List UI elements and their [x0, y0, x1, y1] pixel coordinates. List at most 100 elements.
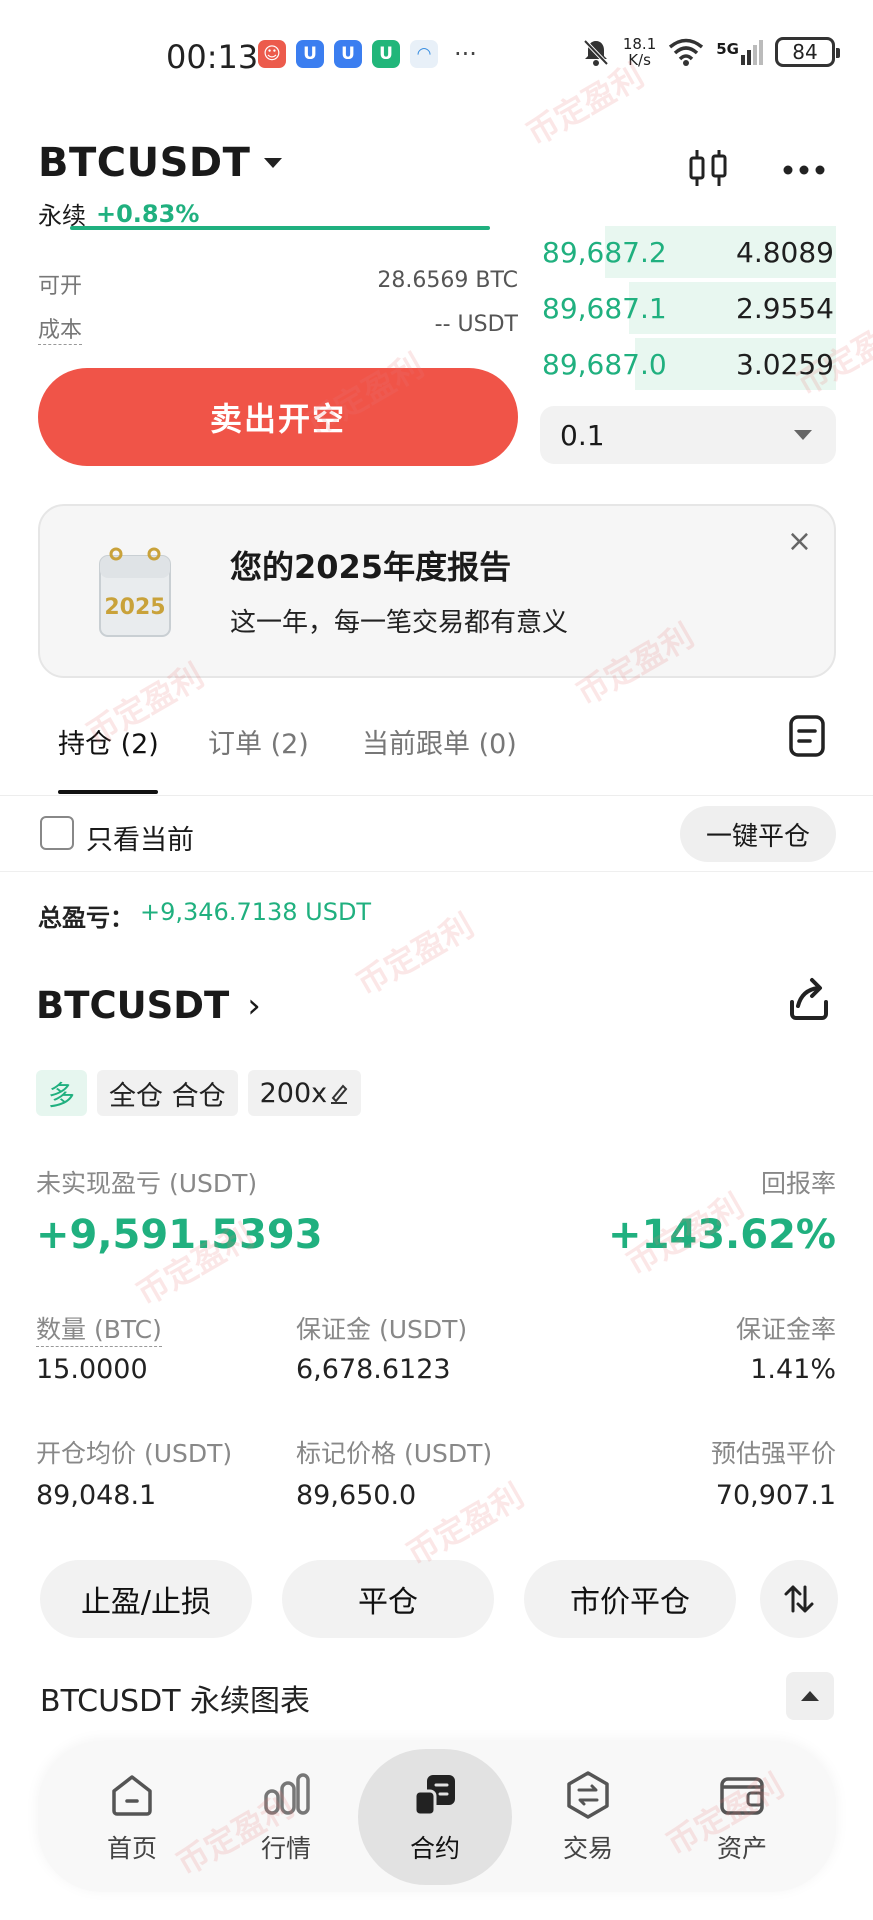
- edit-icon: [331, 1084, 348, 1104]
- quantity-select[interactable]: 0.1: [540, 406, 836, 464]
- total-pnl: 总盈亏： +9,346.7138 USDT: [38, 898, 371, 933]
- orderbook-qty: 2.9554: [736, 291, 834, 325]
- orderbook-price: 89,687.0: [542, 347, 667, 381]
- nav-market[interactable]: 行情: [216, 1742, 356, 1892]
- market-icon: [264, 1773, 310, 1815]
- order-book: 89,687.2 4.8089 89,687.1 2.9554 89,687.0…: [540, 224, 836, 392]
- nav-home[interactable]: 首页: [62, 1742, 202, 1892]
- document-icon[interactable]: [788, 714, 826, 758]
- entry-price-value: 89,048.1: [36, 1480, 157, 1511]
- total-pnl-value: +9,346.7138 USDT: [140, 898, 372, 926]
- caret-up-icon: [801, 1691, 819, 1701]
- cost-row: 成本 -- USDT: [38, 312, 518, 345]
- orderbook-row[interactable]: 89,687.1 2.9554: [540, 280, 836, 336]
- liquidation-price-value: 70,907.1: [715, 1480, 836, 1511]
- margin-value: 6,678.6123: [296, 1354, 451, 1385]
- cost-value: -- USDT: [434, 312, 518, 337]
- more-icon[interactable]: [780, 150, 828, 190]
- banner-title: 您的2025年度报告: [230, 548, 512, 586]
- tab-orders[interactable]: 订单 (2): [208, 722, 309, 761]
- svg-text:2025: 2025: [104, 595, 165, 620]
- network-speed: 18.1 K/s: [622, 35, 657, 69]
- tp-sl-button[interactable]: 止盈/止损: [40, 1560, 252, 1638]
- status-bar: 00:13 ☺ U U U ◠ ··· 18.1 K/s 5G 84: [0, 0, 873, 110]
- available-value: 28.6569 BTC: [377, 268, 518, 293]
- only-current-checkbox[interactable]: [40, 816, 74, 850]
- cellular-signal-icon: 5G: [716, 39, 763, 65]
- quantity-value: 15.0000: [36, 1354, 148, 1385]
- app-notification-icon: ◠: [410, 40, 438, 68]
- roe-label: 回报率: [760, 1169, 836, 1198]
- trade-icon: [567, 1771, 609, 1819]
- battery-icon: 84: [775, 37, 840, 67]
- caret-down-icon: [264, 158, 283, 168]
- futures-icon: [413, 1775, 455, 1817]
- sell-short-button[interactable]: 卖出开空: [38, 368, 518, 466]
- nav-label: 行情: [260, 1834, 311, 1863]
- caret-down-icon: [794, 430, 812, 440]
- margin-mode-tag[interactable]: 全仓 合仓: [97, 1070, 238, 1116]
- tab-copy-trades[interactable]: 当前跟单 (0): [362, 722, 517, 761]
- nav-label: 首页: [106, 1834, 157, 1863]
- orderbook-row[interactable]: 89,687.2 4.8089: [540, 224, 836, 280]
- app-notification-icon: U: [296, 40, 324, 68]
- collapse-button[interactable]: [786, 1672, 834, 1720]
- total-pnl-label: 总盈亏：: [38, 904, 134, 932]
- unrealized-pnl-label: 未实现盈亏 (USDT): [36, 1169, 258, 1198]
- close-icon[interactable]: ×: [787, 524, 812, 559]
- notification-icons: ☺ U U U ◠ ···: [258, 40, 477, 68]
- position-tags: 多 全仓 合仓 200x: [36, 1070, 362, 1116]
- quantity-value: 0.1: [560, 418, 605, 452]
- status-time: 00:13: [166, 38, 259, 76]
- nav-label: 合约: [409, 1834, 460, 1863]
- available-row: 可开 28.6569 BTC: [38, 268, 518, 300]
- mark-price-label: 标记价格 (USDT): [296, 1439, 493, 1468]
- reverse-position-button[interactable]: [760, 1560, 838, 1638]
- mark-price-value: 89,650.0: [296, 1480, 417, 1511]
- share-icon[interactable]: [784, 976, 834, 1024]
- entry-price-label: 开仓均价 (USDT): [36, 1439, 233, 1468]
- market-close-button[interactable]: 市价平仓: [524, 1560, 736, 1638]
- unrealized-pnl-value: +9,591.5393: [36, 1212, 323, 1258]
- app-notification-icon: U: [334, 40, 362, 68]
- position-tabs: 持仓 (2) 订单 (2) 当前跟单 (0): [0, 700, 873, 796]
- orderbook-row[interactable]: 89,687.0 3.0259: [540, 336, 836, 392]
- close-all-button[interactable]: 一键平仓: [680, 806, 836, 862]
- tab-positions[interactable]: 持仓 (2): [58, 722, 159, 761]
- pair-selector[interactable]: BTCUSDT: [38, 140, 283, 186]
- nav-futures[interactable]: 合约: [358, 1749, 512, 1885]
- slider-track: [70, 226, 490, 230]
- liquidation-price-label: 预估强平价: [710, 1439, 836, 1468]
- orderbook-qty: 4.8089: [736, 235, 834, 269]
- side-tag: 多: [36, 1070, 87, 1116]
- position-symbol-text: BTCUSDT: [36, 984, 230, 1027]
- nav-trade[interactable]: 交易: [518, 1742, 658, 1892]
- leverage-value: 200x: [259, 1077, 328, 1109]
- chevron-right-icon: ›: [247, 985, 261, 1026]
- cost-label: 成本: [38, 312, 83, 345]
- nav-label: 资产: [716, 1834, 767, 1863]
- position-symbol[interactable]: BTCUSDT ›: [36, 984, 261, 1027]
- candlestick-chart-icon[interactable]: [686, 146, 730, 190]
- banner-subtitle: 这一年，每一笔交易都有意义: [230, 608, 569, 638]
- margin-label: 保证金 (USDT): [296, 1315, 468, 1344]
- only-current-label[interactable]: 只看当前: [86, 818, 194, 857]
- orderbook-price: 89,687.2: [542, 235, 667, 269]
- leverage-tag[interactable]: 200x: [247, 1070, 362, 1116]
- status-indicators: 18.1 K/s 5G 84: [581, 35, 840, 69]
- quantity-label: 数量 (BTC): [36, 1310, 162, 1347]
- filter-row: 只看当前 一键平仓: [0, 796, 873, 872]
- annual-report-banner[interactable]: 2025 您的2025年度报告 这一年，每一笔交易都有意义 ×: [38, 504, 836, 678]
- margin-ratio-value: 1.41%: [750, 1354, 836, 1385]
- orderbook-price: 89,687.1: [542, 291, 667, 325]
- margin-ratio-label: 保证金率: [735, 1315, 836, 1344]
- app-notification-icon: ☺: [258, 40, 286, 68]
- more-notifications-icon: ···: [454, 40, 477, 68]
- pair-title: BTCUSDT: [38, 140, 251, 186]
- available-label: 可开: [38, 274, 83, 299]
- app-notification-icon: U: [372, 40, 400, 68]
- roe-value: +143.62%: [608, 1212, 836, 1258]
- nav-label: 交易: [562, 1834, 613, 1863]
- nav-assets[interactable]: 资产: [672, 1742, 812, 1892]
- close-position-button[interactable]: 平仓: [282, 1560, 494, 1638]
